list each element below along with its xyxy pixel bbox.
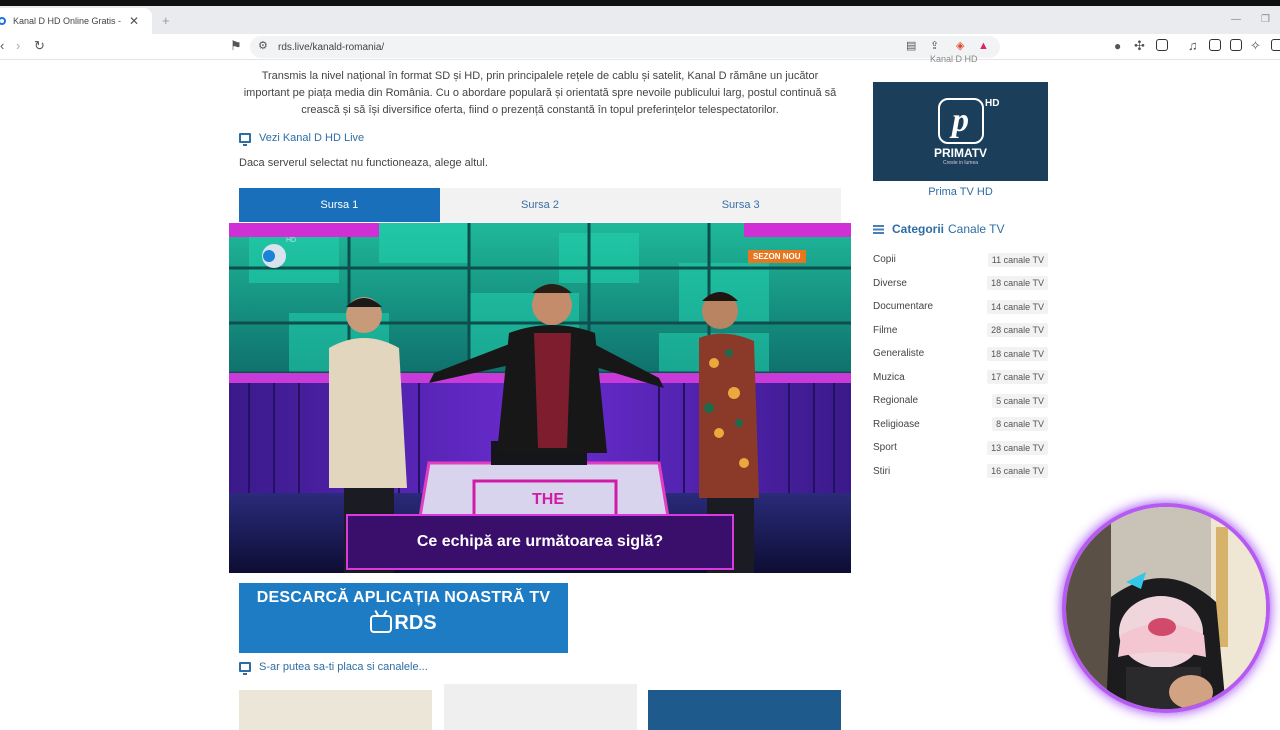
- ai-assistant-icon[interactable]: ✧: [1250, 39, 1261, 53]
- previous-channel-caption[interactable]: Kanal D HD: [930, 54, 978, 64]
- category-name[interactable]: Sport: [873, 442, 897, 453]
- back-icon[interactable]: ‹: [0, 39, 4, 53]
- category-count: 8 canale TV: [992, 417, 1048, 432]
- tab-source-1[interactable]: Sursa 1: [239, 188, 440, 222]
- category-count: 14 canale TV: [987, 299, 1048, 314]
- monitor-icon: [239, 662, 251, 675]
- category-name[interactable]: Regionale: [873, 395, 918, 406]
- related-channels-label[interactable]: S-ar putea sa-ti placa si canalele...: [259, 661, 428, 673]
- tv-icon: [370, 614, 393, 633]
- category-item[interactable]: Filme 28 canale TV: [873, 319, 1048, 343]
- wallet-icon[interactable]: [1156, 39, 1168, 51]
- season-badge: SEZON NOU: [748, 250, 806, 263]
- restore-window-icon[interactable]: ❐: [1261, 14, 1270, 25]
- reader-mode-icon[interactable]: ▤: [906, 39, 916, 53]
- show-sign: THE: [532, 491, 564, 508]
- reload-icon[interactable]: ↻: [34, 39, 45, 53]
- site-info-icon[interactable]: ⚙: [258, 39, 268, 53]
- minimize-window-icon[interactable]: —: [1231, 14, 1241, 25]
- rds-logo: RDS: [370, 612, 437, 635]
- profile-icon[interactable]: [1271, 39, 1280, 51]
- tab-close-icon[interactable]: ✕: [129, 14, 139, 28]
- category-item[interactable]: Diverse 18 canale TV: [873, 272, 1048, 296]
- tab-manager-icon[interactable]: [1230, 39, 1242, 51]
- intro-paragraph: Transmis la nivel național în format SD …: [243, 70, 837, 116]
- prima-logo-name: PRIMATV: [933, 145, 988, 160]
- category-item[interactable]: Sport 13 canale TV: [873, 436, 1048, 460]
- source-tabs: Sursa 1 Sursa 2 Sursa 3: [239, 188, 841, 222]
- category-item[interactable]: Stiri 16 canale TV: [873, 460, 1048, 484]
- url-text: rds.live/kanald-romania/: [278, 41, 385, 53]
- category-item[interactable]: Documentare 14 canale TV: [873, 295, 1048, 319]
- category-count: 18 canale TV: [987, 346, 1048, 361]
- extensions-icon[interactable]: ✣: [1134, 39, 1145, 53]
- channel-thumbnail[interactable]: [444, 684, 637, 730]
- category-count: 5 canale TV: [992, 393, 1048, 408]
- category-item[interactable]: Copii 11 canale TV: [873, 248, 1048, 272]
- related-channels-link[interactable]: S-ar putea sa-ti placa si canalele...: [239, 661, 428, 675]
- category-name[interactable]: Muzica: [873, 372, 905, 383]
- category-name[interactable]: Diverse: [873, 278, 907, 289]
- category-name[interactable]: Religioase: [873, 419, 920, 430]
- extension-shield-icon[interactable]: ●: [1114, 39, 1121, 53]
- sidebar-toggle-icon[interactable]: [1209, 39, 1221, 51]
- channel-thumbnail[interactable]: [648, 690, 841, 730]
- address-bar[interactable]: ⚙ rds.live/kanald-romania/ ▤ ⇪ ◈ ▲: [250, 36, 1000, 58]
- browser-toolbar: ‹ › ↻ ⚑ ⚙ rds.live/kanald-romania/ ▤ ⇪ ◈…: [0, 34, 1280, 60]
- prima-tv-logo: p: [937, 97, 984, 144]
- category-item[interactable]: Generaliste 18 canale TV: [873, 342, 1048, 366]
- brave-rewards-icon[interactable]: ▲: [978, 39, 989, 53]
- categories-heading-rest: Canale TV: [948, 222, 1005, 236]
- sidebar: Kanal D HD HD p PRIMATV Creste in lumea …: [862, 54, 1058, 720]
- list-icon: [873, 224, 884, 234]
- main-content: Transmis la nivel național în format SD …: [229, 60, 851, 730]
- category-name[interactable]: Generaliste: [873, 348, 924, 359]
- app-download-banner[interactable]: DESCARCĂ APLICAȚIA NOASTRĂ TV RDS: [239, 583, 568, 653]
- tab-source-3[interactable]: Sursa 3: [640, 188, 841, 222]
- category-count: 17 canale TV: [987, 370, 1048, 385]
- prima-tv-logo-card[interactable]: HD p PRIMATV Creste in lumea: [873, 82, 1048, 181]
- prima-hd-label: HD: [985, 98, 1000, 109]
- prima-logo-tagline: Creste in lumea: [942, 159, 978, 166]
- category-name[interactable]: Copii: [873, 254, 896, 265]
- rds-logo-text: RDS: [394, 612, 437, 634]
- tab-source-2[interactable]: Sursa 2: [440, 188, 641, 222]
- webcam-feed: [1066, 507, 1266, 709]
- share-icon[interactable]: ⇪: [930, 39, 939, 53]
- bookmark-icon[interactable]: ⚑: [230, 39, 242, 53]
- categories-heading-bold: Categorii: [892, 222, 945, 236]
- prima-tv-title[interactable]: Prima TV HD: [873, 186, 1048, 198]
- category-count: 16 canale TV: [987, 464, 1048, 479]
- new-tab-button[interactable]: +: [162, 13, 170, 28]
- brave-shield-icon[interactable]: ◈: [956, 39, 964, 53]
- channel-hd-badge: HD: [286, 237, 297, 244]
- tab-title: Kanal D HD Online Gratis - RDS.live: [13, 16, 121, 26]
- banner-headline: DESCARCĂ APLICAȚIA NOASTRĂ TV: [256, 589, 551, 606]
- category-count: 13 canale TV: [987, 440, 1048, 455]
- category-count: 11 canale TV: [987, 252, 1048, 267]
- webcam-overlay: [1062, 503, 1270, 713]
- category-item[interactable]: Regionale 5 canale TV: [873, 389, 1048, 413]
- category-count: 28 canale TV: [987, 323, 1048, 338]
- categories-heading: Categorii Canale TV: [873, 222, 1005, 236]
- tab-favicon-icon: [0, 17, 6, 25]
- category-count: 18 canale TV: [987, 276, 1048, 291]
- watch-live-label[interactable]: Vezi Kanal D HD Live: [259, 132, 364, 144]
- video-player[interactable]: HD SEZON NOU THE Ce echipă are următoare…: [229, 223, 851, 573]
- category-name[interactable]: Filme: [873, 325, 897, 336]
- category-item[interactable]: Muzica 17 canale TV: [873, 366, 1048, 390]
- channel-thumbnail[interactable]: [239, 690, 432, 730]
- forward-icon[interactable]: ›: [16, 39, 20, 53]
- category-name[interactable]: Stiri: [873, 466, 890, 477]
- music-icon[interactable]: ♫: [1188, 39, 1198, 53]
- watch-live-link[interactable]: Vezi Kanal D HD Live: [239, 132, 364, 146]
- server-note: Daca serverul selectat nu functioneaza, …: [239, 157, 488, 169]
- monitor-icon: [239, 133, 251, 146]
- categories-list: Copii 11 canale TV Diverse 18 canale TV Do…: [873, 248, 1048, 483]
- category-item[interactable]: Religioase 8 canale TV: [873, 413, 1048, 437]
- category-name[interactable]: Documentare: [873, 301, 933, 312]
- question-caption: Ce echipă are următoarea siglă?: [416, 533, 664, 550]
- browser-tab[interactable]: Kanal D HD Online Gratis - RDS.live ✕: [0, 8, 152, 34]
- tab-bar: Kanal D HD Online Gratis - RDS.live ✕ + …: [0, 6, 1280, 34]
